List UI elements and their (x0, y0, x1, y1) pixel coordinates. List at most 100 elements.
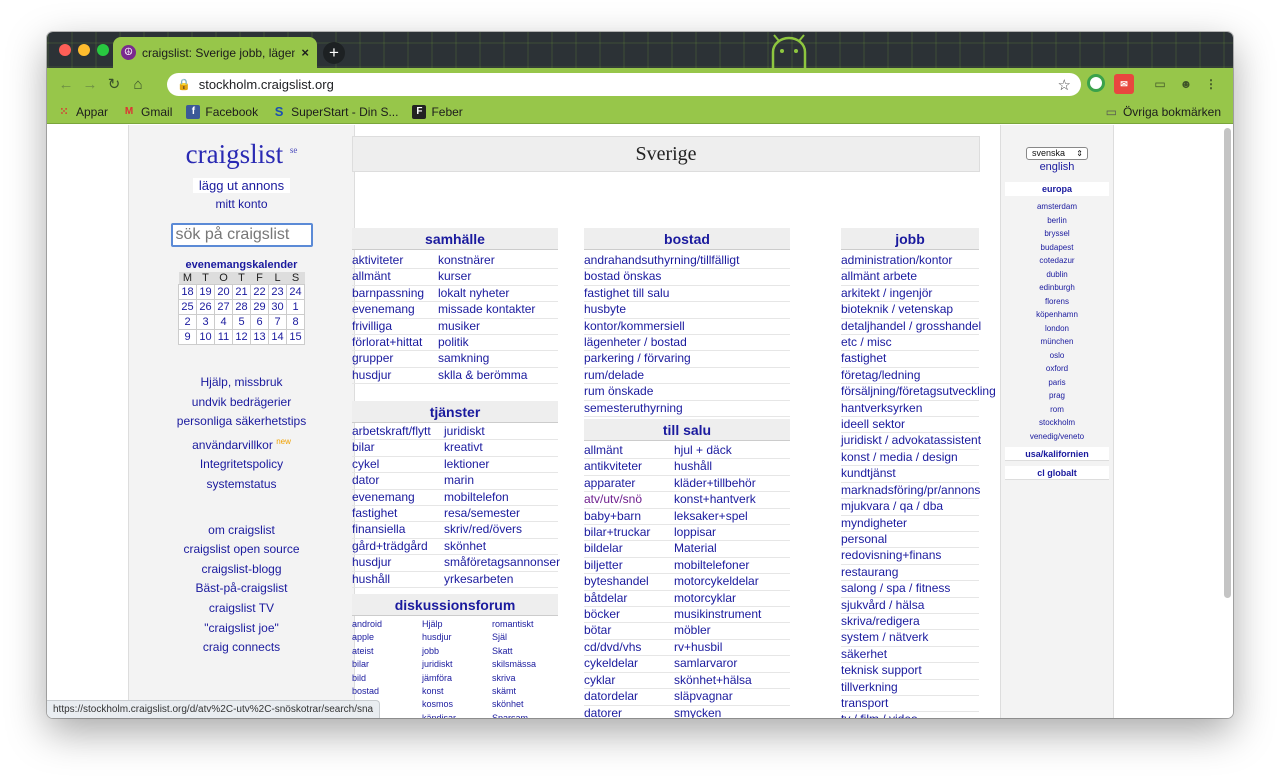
category-link[interactable]: allmänt (584, 443, 674, 460)
category-link[interactable]: arkitekt / ingenjör (841, 286, 979, 303)
category-link[interactable]: parkering / förvaring (584, 351, 790, 368)
city-link[interactable]: budapest (1001, 241, 1113, 255)
city-link[interactable]: prag (1001, 389, 1113, 403)
new-tab-button[interactable]: + (323, 42, 345, 64)
category-link[interactable]: mobiltelefoner (674, 558, 790, 575)
cal-day[interactable]: 26 (196, 299, 215, 315)
category-link[interactable]: Sparsam (492, 712, 558, 718)
category-link[interactable]: Hjälp (422, 618, 492, 631)
category-link[interactable]: tv / film / video (841, 712, 979, 718)
category-link[interactable]: skönhet (444, 539, 558, 556)
privacy-link[interactable]: Integritetspolicy (129, 455, 354, 475)
category-link[interactable]: konst+hantverk (674, 492, 790, 509)
category-link[interactable]: leksaker+spel (674, 509, 790, 526)
city-link[interactable]: stockholm (1001, 416, 1113, 430)
category-link[interactable]: bioteknik / vetenskap (841, 302, 979, 319)
category-link[interactable]: motorcykeldelar (674, 574, 790, 591)
best-of-link[interactable]: Bäst-på-craigslist (129, 579, 354, 599)
bookmark-facebook[interactable]: f Facebook (186, 104, 258, 119)
cal-day[interactable]: 28 (232, 299, 251, 315)
home-icon[interactable]: ⌂ (127, 76, 149, 93)
city-link[interactable]: paris (1001, 376, 1113, 390)
craigslist-logo[interactable]: craigslist se (129, 139, 354, 170)
category-link[interactable]: rum önskade (584, 384, 790, 401)
category-link[interactable]: marknadsföring/pr/annons (841, 483, 980, 500)
category-link[interactable]: ateist (352, 645, 422, 658)
close-tab-icon[interactable]: × (301, 45, 309, 60)
category-link[interactable]: förlorat+hittat (352, 335, 438, 352)
category-link[interactable]: allmänt (352, 269, 438, 286)
category-link[interactable]: samlarvaror (674, 656, 790, 673)
extension-icon[interactable] (1087, 74, 1105, 92)
cal-day[interactable]: 15 (286, 329, 305, 345)
category-link[interactable]: hjul + däck (674, 443, 790, 460)
city-link[interactable]: amsterdam (1001, 200, 1113, 214)
category-link[interactable]: hantverksyrken (841, 401, 979, 418)
category-link[interactable]: skriva (492, 672, 558, 685)
bookmark-apps[interactable]: ⁙ Appar (57, 105, 108, 119)
category-link[interactable]: småföretagsannonser (444, 555, 560, 572)
category-link[interactable]: mobiltelefon (444, 490, 558, 507)
category-link[interactable]: cykel (352, 457, 444, 474)
category-link[interactable]: cyklar (584, 673, 674, 690)
about-link[interactable]: om craigslist (129, 521, 354, 541)
cal-day[interactable]: 23 (268, 284, 287, 300)
category-link[interactable]: evenemang (352, 490, 444, 507)
category-link[interactable]: bötar (584, 623, 674, 640)
category-link[interactable]: smycken (674, 706, 790, 719)
cal-day[interactable]: 4 (214, 314, 233, 330)
category-link[interactable]: datorer (584, 706, 674, 719)
category-link[interactable]: bostad önskas (584, 269, 790, 286)
global-link[interactable]: cl globalt (1005, 466, 1109, 480)
cal-day[interactable]: 11 (214, 329, 233, 345)
city-link[interactable]: florens (1001, 295, 1113, 309)
category-link[interactable]: sjukvård / hälsa (841, 598, 979, 614)
mail-extension-icon[interactable]: ✉ (1114, 74, 1134, 94)
category-link[interactable]: juridiskt (444, 424, 558, 441)
cal-day[interactable]: 20 (214, 284, 233, 300)
other-bookmarks[interactable]: ▭ Övriga bokmärken (1106, 105, 1221, 119)
category-link[interactable]: gård+trädgård (352, 539, 444, 556)
open-source-link[interactable]: craigslist open source (129, 540, 354, 560)
category-link[interactable]: ideell sektor (841, 417, 979, 434)
category-link[interactable]: hushåll (674, 459, 790, 476)
scrollbar[interactable] (1224, 128, 1231, 598)
category-link[interactable]: skilsmässa (492, 658, 558, 671)
category-link[interactable]: biljetter (584, 558, 674, 575)
craigslist-tv-link[interactable]: craigslist TV (129, 599, 354, 619)
category-link[interactable]: kontor/kommersiell (584, 319, 790, 336)
category-link[interactable]: släpvagnar (674, 689, 790, 706)
category-link[interactable]: juridiskt / advokatassistent (841, 433, 981, 450)
cal-day[interactable]: 13 (250, 329, 269, 345)
event-calendar-title[interactable]: evenemangskalender (129, 259, 354, 271)
category-link[interactable]: sklla & berömma (438, 368, 558, 385)
category-link[interactable]: myndigheter (841, 516, 979, 532)
category-link[interactable]: skriv/red/övers (444, 522, 558, 539)
bookmark-feber[interactable]: F Feber (412, 104, 463, 119)
usa-link[interactable]: usa/kalifornien (1005, 447, 1109, 461)
avoid-scams-link[interactable]: undvik bedrägerier (129, 393, 354, 413)
cal-day[interactable]: 19 (196, 284, 215, 300)
city-link[interactable]: münchen (1001, 335, 1113, 349)
menu-icon[interactable]: ⋮ (1205, 74, 1217, 94)
account-link[interactable]: mitt konto (129, 197, 354, 211)
category-link[interactable]: personal (841, 532, 979, 549)
cal-day[interactable]: 22 (250, 284, 269, 300)
category-link[interactable]: bilar (352, 440, 444, 457)
cal-day[interactable]: 29 (250, 299, 269, 315)
category-link[interactable]: skriva/redigera (841, 614, 979, 631)
blog-link[interactable]: craigslist-blogg (129, 560, 354, 580)
category-link[interactable]: husbyte (584, 302, 790, 319)
region-europa[interactable]: europa (1005, 182, 1109, 196)
category-link[interactable]: skämt (492, 685, 558, 698)
safety-tips-link[interactable]: personliga säkerhetstips (129, 412, 354, 432)
category-link[interactable]: bostad (352, 685, 422, 698)
cal-day[interactable]: 27 (214, 299, 233, 315)
craig-connects-link[interactable]: craig connects (129, 638, 354, 658)
section-head[interactable]: samhälle (352, 228, 558, 250)
back-icon[interactable]: ← (55, 76, 77, 93)
cal-day[interactable]: 6 (250, 314, 269, 330)
profile-icon[interactable]: ☻ (1177, 74, 1195, 94)
cal-day[interactable]: 25 (178, 299, 197, 315)
section-head[interactable]: tjänster (352, 401, 558, 423)
